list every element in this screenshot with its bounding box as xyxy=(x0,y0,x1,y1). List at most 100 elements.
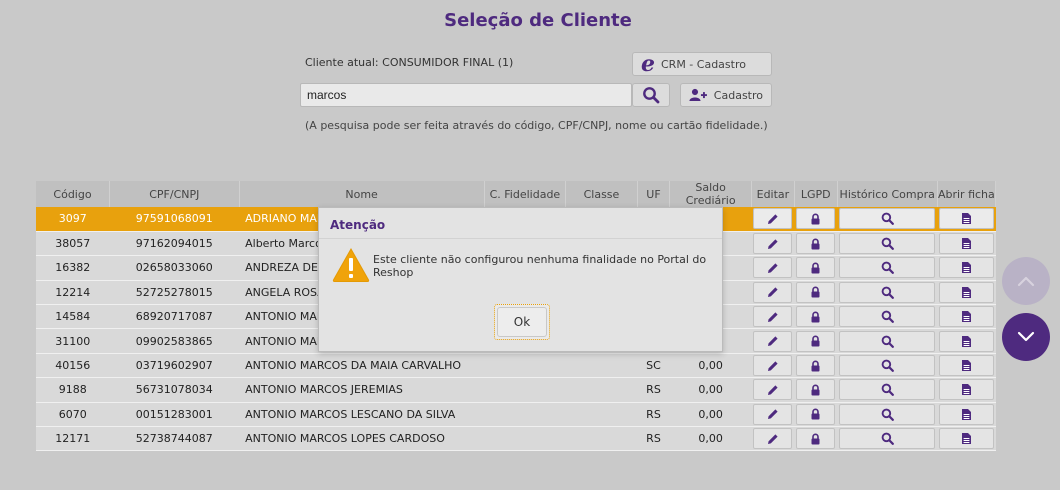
cell-classe[interactable] xyxy=(565,353,638,379)
edit-button[interactable] xyxy=(753,379,793,401)
lgpd-button[interactable] xyxy=(796,428,836,450)
purchase-history-button[interactable] xyxy=(839,208,936,230)
cell-codigo[interactable]: 16382 xyxy=(36,255,110,281)
document-icon xyxy=(961,213,971,225)
header-uf[interactable]: UF xyxy=(637,181,671,207)
cell-codigo[interactable]: 12171 xyxy=(36,426,110,452)
cell-codigo[interactable]: 12214 xyxy=(36,280,110,306)
cell-cpf[interactable]: 03719602907 xyxy=(109,353,240,379)
open-record-button[interactable] xyxy=(939,355,994,377)
cell-cpf[interactable]: 68920717087 xyxy=(109,304,240,330)
search-input[interactable] xyxy=(300,83,632,107)
edit-button[interactable] xyxy=(753,257,793,279)
header-fidelidade[interactable]: C. Fidelidade xyxy=(484,181,567,207)
cell-fidelidade[interactable] xyxy=(484,426,566,452)
open-record-button[interactable] xyxy=(939,281,994,303)
cell-cpf[interactable]: 09902583865 xyxy=(109,328,240,354)
edit-button[interactable] xyxy=(753,281,793,303)
open-record-button[interactable] xyxy=(939,403,994,425)
edit-button[interactable] xyxy=(753,208,793,230)
lgpd-button[interactable] xyxy=(796,379,836,401)
cell-fidelidade[interactable] xyxy=(484,377,566,403)
cell-classe[interactable] xyxy=(565,426,638,452)
cell-saldo[interactable]: 0,00 xyxy=(669,402,752,428)
cell-nome[interactable]: ANTONIO MARCOS DA MAIA CARVALHO xyxy=(239,353,485,379)
open-record-button[interactable] xyxy=(939,208,994,230)
table-row[interactable]: 12171 52738744087 ANTONIO MARCOS LOPES CAR… xyxy=(36,426,996,452)
cell-cpf[interactable]: 52738744087 xyxy=(109,426,240,452)
cell-cpf[interactable]: 56731078034 xyxy=(109,377,240,403)
edit-button[interactable] xyxy=(753,233,793,255)
cell-codigo[interactable]: 6070 xyxy=(36,402,110,428)
edit-button[interactable] xyxy=(753,306,793,328)
open-record-button[interactable] xyxy=(939,379,994,401)
purchase-history-button[interactable] xyxy=(839,355,936,377)
cell-uf[interactable]: RS xyxy=(637,426,670,452)
purchase-history-button[interactable] xyxy=(839,281,936,303)
header-saldo[interactable]: Saldo Crediário xyxy=(669,181,752,207)
cell-classe[interactable] xyxy=(565,377,638,403)
table-row[interactable]: 6070 00151283001 ANTONIO MARCOS LESCANO DA… xyxy=(36,402,996,428)
open-record-button[interactable] xyxy=(939,233,994,255)
header-codigo[interactable]: Código xyxy=(36,181,110,207)
cell-saldo[interactable]: 0,00 xyxy=(669,426,752,452)
cell-nome[interactable]: ANTONIO MARCOS LOPES CARDOSO xyxy=(239,426,485,452)
edit-button[interactable] xyxy=(753,428,793,450)
scroll-down-button[interactable] xyxy=(1002,313,1050,361)
header-nome[interactable]: Nome xyxy=(239,181,485,207)
cell-codigo[interactable]: 14584 xyxy=(36,304,110,330)
cell-cpf[interactable]: 97162094015 xyxy=(109,231,240,257)
lgpd-button[interactable] xyxy=(796,403,836,425)
edit-button[interactable] xyxy=(753,403,793,425)
purchase-history-button[interactable] xyxy=(839,233,936,255)
cell-saldo[interactable]: 0,00 xyxy=(669,377,752,403)
search-icon xyxy=(881,262,894,275)
cell-classe[interactable] xyxy=(565,402,638,428)
cell-codigo[interactable]: 31100 xyxy=(36,328,110,354)
ok-button[interactable]: Ok xyxy=(494,304,550,340)
purchase-history-button[interactable] xyxy=(839,306,936,328)
cell-cpf[interactable]: 02658033060 xyxy=(109,255,240,281)
purchase-history-button[interactable] xyxy=(839,330,936,352)
cell-fidelidade[interactable] xyxy=(484,353,566,379)
purchase-history-button[interactable] xyxy=(839,428,936,450)
cell-nome[interactable]: ANTONIO MARCOS LESCANO DA SILVA xyxy=(239,402,485,428)
lgpd-button[interactable] xyxy=(796,208,836,230)
edit-button[interactable] xyxy=(753,330,793,352)
crm-cadastro-button[interactable]: e CRM - Cadastro xyxy=(632,52,772,76)
open-record-button[interactable] xyxy=(939,257,994,279)
lgpd-button[interactable] xyxy=(796,281,836,303)
lgpd-button[interactable] xyxy=(796,306,836,328)
cell-nome[interactable]: ANTONIO MARCOS JEREMIAS xyxy=(239,377,485,403)
cell-cpf[interactable]: 52725278015 xyxy=(109,280,240,306)
cell-uf[interactable]: RS xyxy=(637,377,670,403)
lgpd-button[interactable] xyxy=(796,355,836,377)
open-record-button[interactable] xyxy=(939,330,994,352)
search-button[interactable] xyxy=(632,83,670,107)
table-row[interactable]: 9188 56731078034 ANTONIO MARCOS JEREMIAS RS… xyxy=(36,377,996,403)
lgpd-button[interactable] xyxy=(796,330,836,352)
scroll-up-button[interactable] xyxy=(1002,257,1050,305)
cell-uf[interactable]: SC xyxy=(637,353,670,379)
cell-codigo[interactable]: 40156 xyxy=(36,353,110,379)
cell-saldo[interactable]: 0,00 xyxy=(669,353,752,379)
header-classe[interactable]: Classe xyxy=(565,181,638,207)
cell-cpf[interactable]: 00151283001 xyxy=(109,402,240,428)
lgpd-button[interactable] xyxy=(796,233,836,255)
cadastro-button[interactable]: Cadastro xyxy=(680,83,772,107)
open-record-button[interactable] xyxy=(939,428,994,450)
purchase-history-button[interactable] xyxy=(839,403,936,425)
open-record-button[interactable] xyxy=(939,306,994,328)
header-cpf[interactable]: CPF/CNPJ xyxy=(109,181,240,207)
cell-codigo[interactable]: 9188 xyxy=(36,377,110,403)
cell-fidelidade[interactable] xyxy=(484,402,566,428)
purchase-history-button[interactable] xyxy=(839,257,936,279)
lgpd-button[interactable] xyxy=(796,257,836,279)
cell-cpf[interactable]: 97591068091 xyxy=(109,207,240,232)
cell-uf[interactable]: RS xyxy=(637,402,670,428)
cell-codigo[interactable]: 38057 xyxy=(36,231,110,257)
table-row[interactable]: 40156 03719602907 ANTONIO MARCOS DA MAIA C… xyxy=(36,353,996,379)
cell-codigo[interactable]: 3097 xyxy=(36,207,110,232)
edit-button[interactable] xyxy=(753,355,793,377)
purchase-history-button[interactable] xyxy=(839,379,936,401)
